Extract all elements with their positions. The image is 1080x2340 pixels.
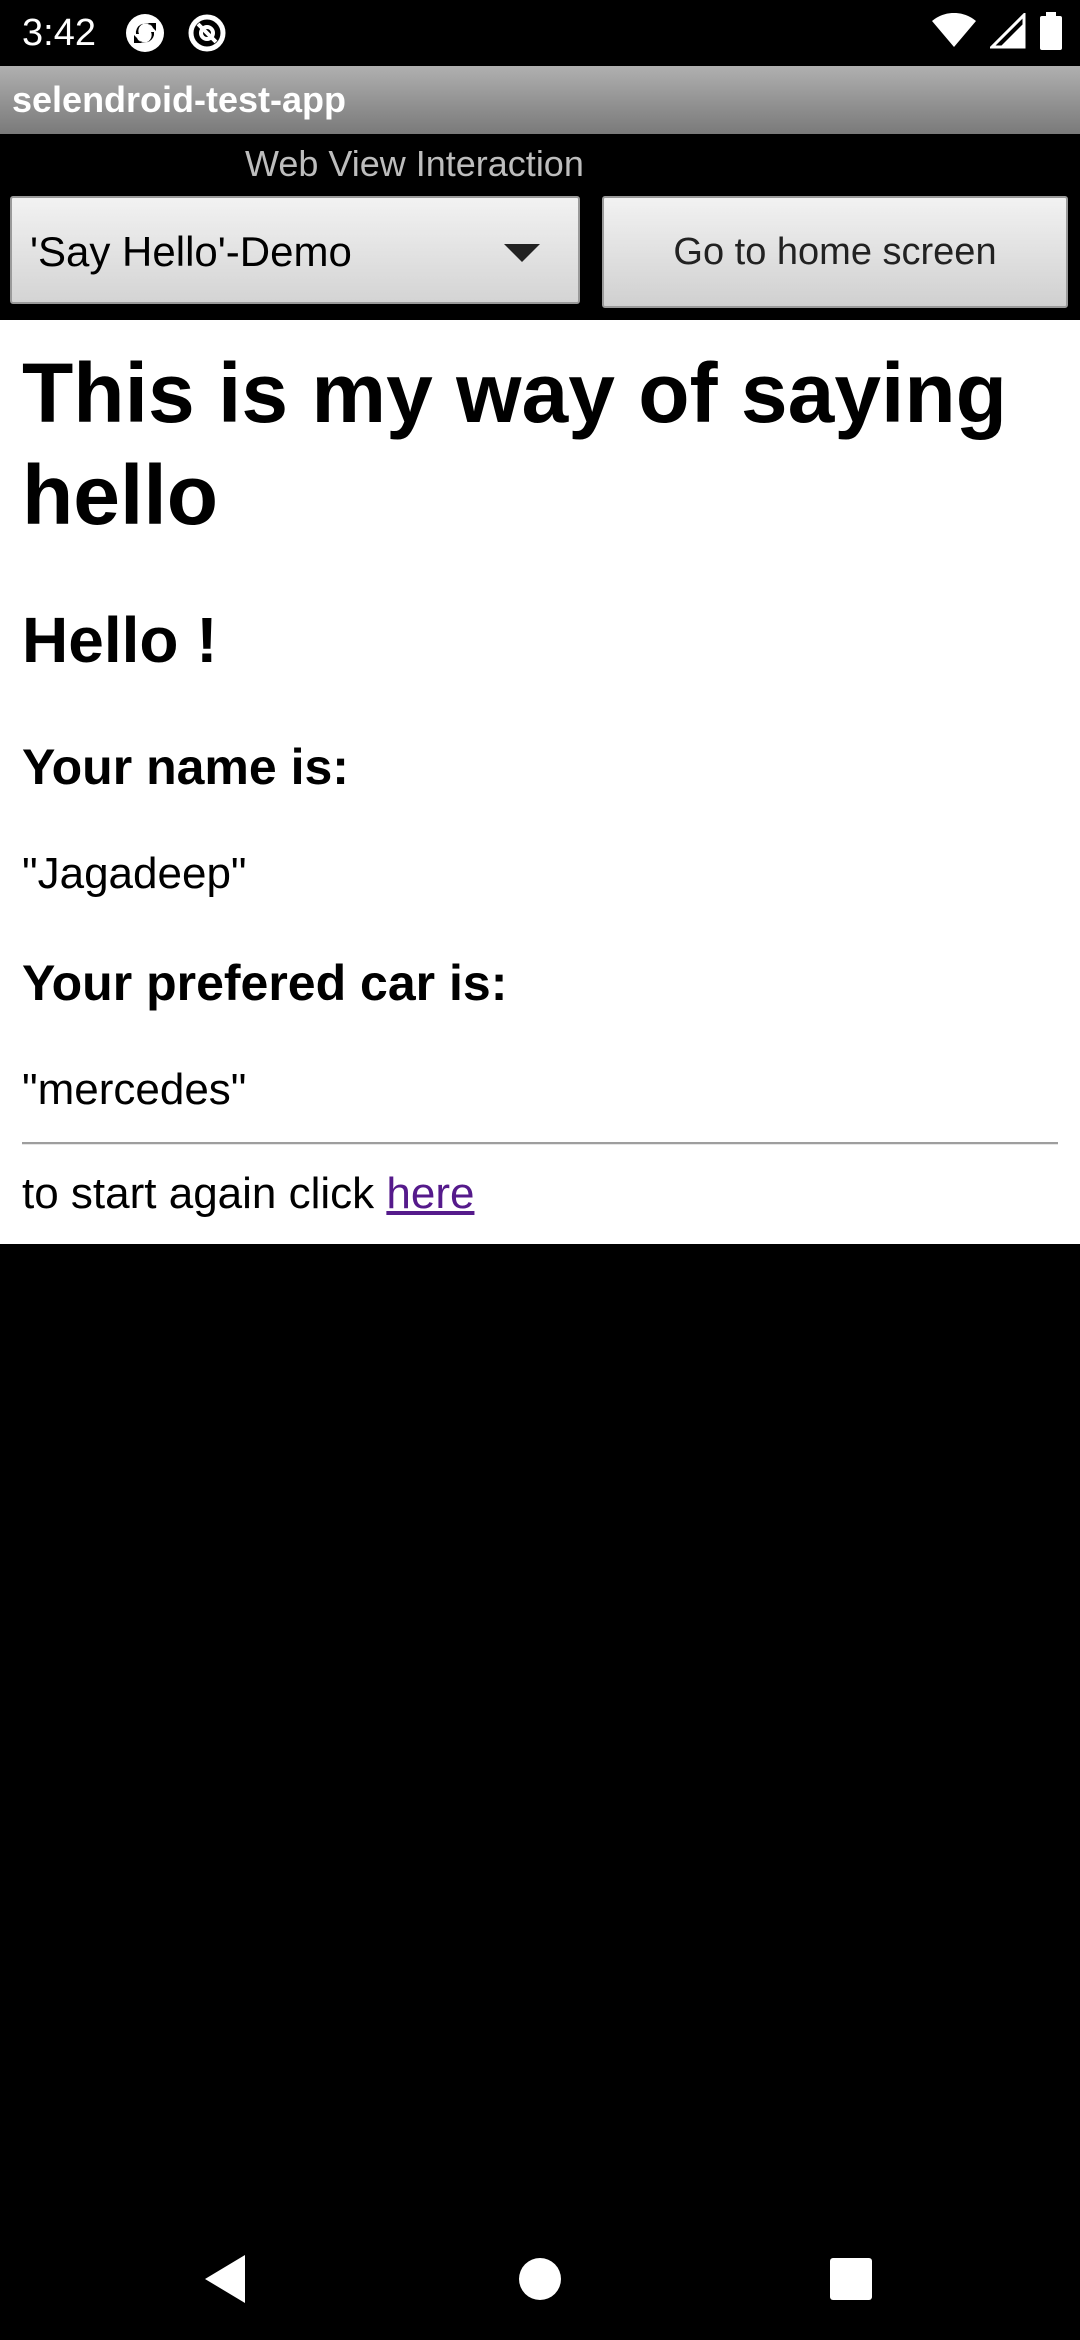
restart-text: to start again click (22, 1169, 387, 1218)
web-view: This is my way of saying hello Hello ! Y… (0, 320, 1080, 1244)
at-sign-icon (186, 12, 228, 54)
sync-circle-icon (124, 12, 166, 54)
go-to-home-screen-button[interactable]: Go to home screen (602, 196, 1068, 308)
car-value: "mercedes" (22, 1065, 247, 1114)
status-right-icons (932, 10, 1062, 55)
name-label: Your name is: (22, 739, 349, 795)
dropdown-arrow-icon (504, 244, 540, 262)
activity-header: Web View Interaction 'Say Hello'-Demo Go… (0, 134, 1080, 320)
restart-line: to start again click here (22, 1166, 474, 1222)
back-icon[interactable] (192, 2246, 258, 2312)
spinner-selected-value: 'Say Hello'-Demo (30, 228, 352, 275)
greeting-heading: Hello ! (22, 604, 218, 676)
divider (22, 1142, 1058, 1145)
navigation-bar (0, 2218, 1080, 2340)
wifi-icon (932, 12, 976, 54)
cell-signal-icon (988, 10, 1026, 54)
battery-icon (1040, 11, 1062, 55)
name-value: "Jagadeep" (22, 849, 247, 898)
status-bar: 3:42 (0, 0, 1080, 66)
recents-icon[interactable] (818, 2246, 884, 2312)
app-title: selendroid-test-app (12, 79, 347, 120)
app-title-bar: selendroid-test-app (0, 66, 1080, 134)
activity-label: Web View Interaction (245, 143, 584, 184)
home-icon[interactable] (507, 2246, 573, 2312)
page-heading: This is my way of saying hello (22, 346, 1007, 542)
demo-spinner[interactable]: 'Say Hello'-Demo (10, 196, 580, 304)
car-label: Your prefered car is: (22, 955, 508, 1011)
restart-link[interactable]: here (386, 1169, 474, 1218)
status-time: 3:42 (22, 12, 96, 54)
